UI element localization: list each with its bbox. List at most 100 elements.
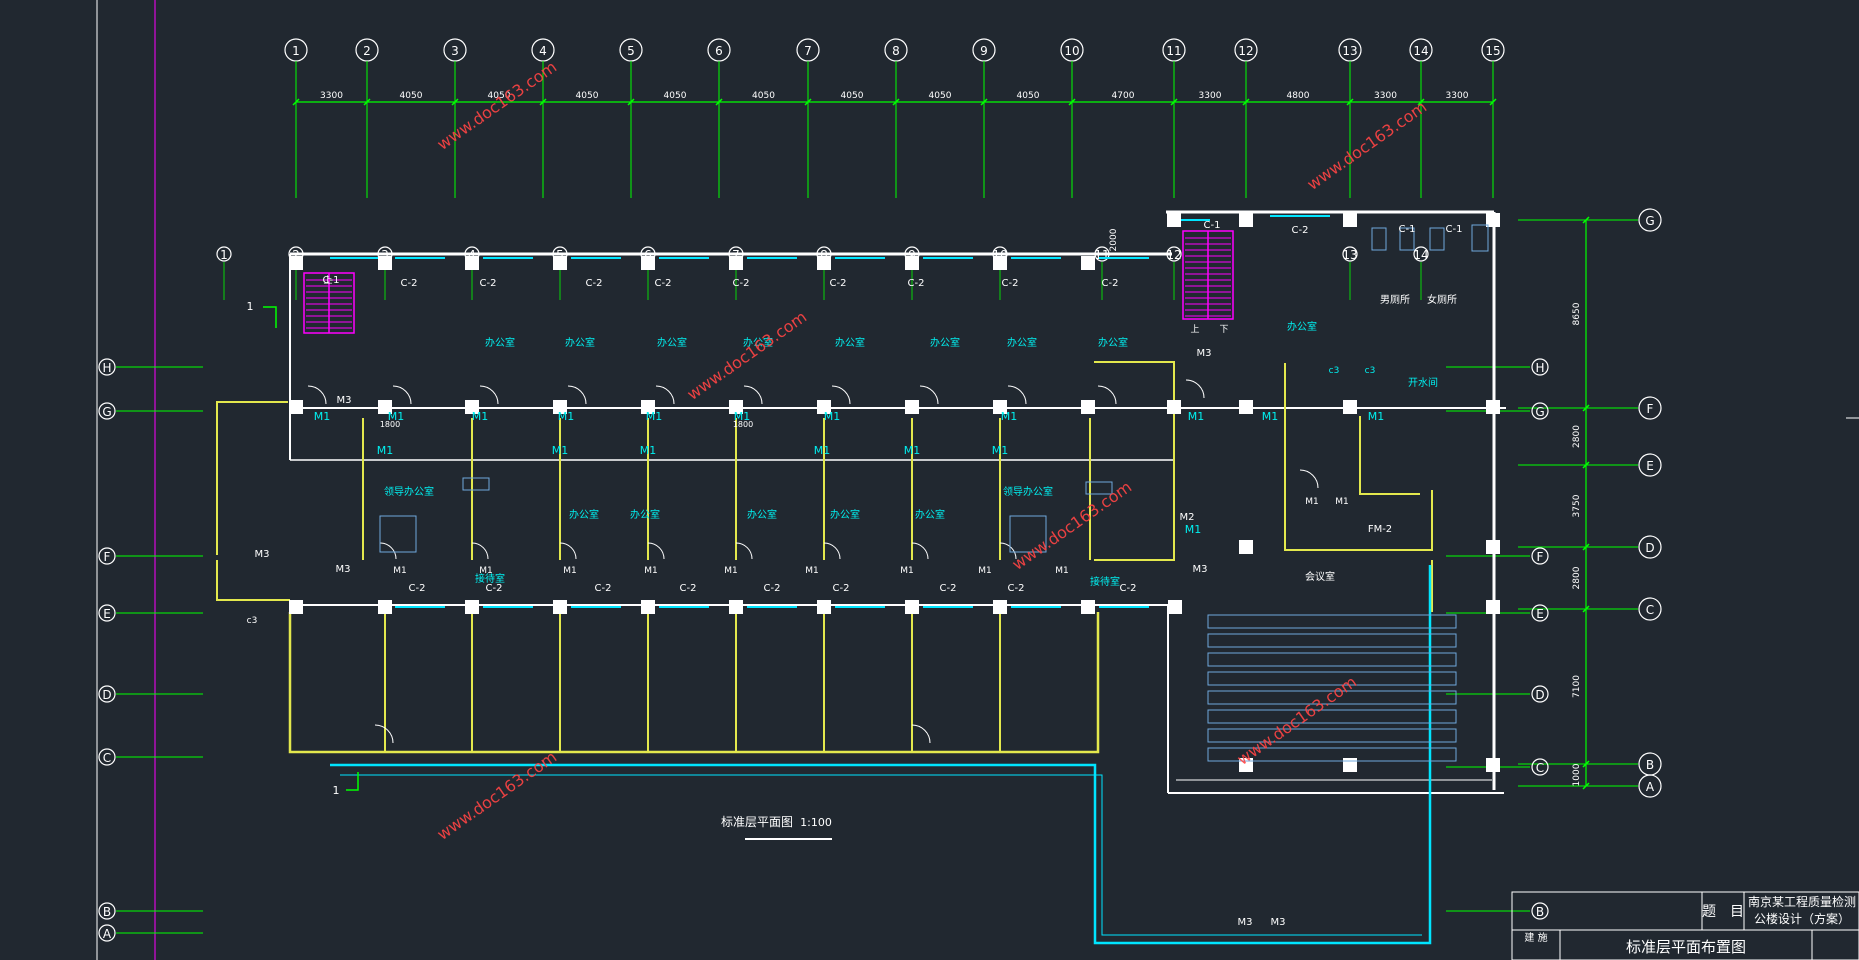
- door-tag-m1-n-4: M1: [646, 410, 663, 423]
- door-tag-m1-mid-0: M1: [377, 444, 394, 457]
- column-north-2: [465, 256, 479, 270]
- north-window-c2-1: C-2: [480, 278, 497, 289]
- column-north-1: [378, 256, 392, 270]
- column-north-0: [289, 256, 303, 270]
- stair-e-up: 上: [1190, 324, 1199, 335]
- left-axis-5-label: C: [103, 751, 111, 765]
- stair-e-down: 下: [1219, 325, 1228, 335]
- top-dim-6: 4050: [752, 91, 775, 101]
- east-small-room: [1359, 416, 1420, 495]
- male-toilet: 男厕所: [1380, 294, 1410, 306]
- top-dim-5: 4050: [664, 91, 687, 101]
- door-tag-m1-s-5: M1: [805, 566, 819, 576]
- door-tag-m1-n-9: M1: [1262, 410, 1279, 423]
- top-axis-3-label: 3: [451, 44, 459, 58]
- door-tag-m1-hall: M1: [1185, 523, 1202, 536]
- column-north-8: [993, 256, 1007, 270]
- watermark-4: www.doc163.com: [433, 747, 560, 844]
- column-mid-0: [289, 400, 303, 414]
- title-sheet-no: 建 施: [1524, 931, 1547, 944]
- door-mid-3: [647, 542, 665, 560]
- column-block-mid-2: [1343, 400, 1357, 414]
- section-mark-bottom: 1: [333, 784, 340, 797]
- left-axis-2-label: F: [104, 550, 111, 564]
- top-axis-4-label: 4: [539, 44, 547, 58]
- hall-seating-row-2: [1207, 652, 1457, 667]
- left-axis-1-label: G: [102, 405, 111, 419]
- north-office-1: 办公室: [565, 336, 595, 349]
- dim-2000: 2000: [1109, 228, 1119, 251]
- column-south-5: [729, 600, 743, 614]
- floor-plan-drawing: 1 2 3 4 5 6 7 8 9 10 11 12 13 14 153300 4050 4050 4050 405…: [96, 0, 1859, 960]
- door-tag-m1-s-6: M1: [900, 566, 914, 576]
- title-field-label: 题 目: [1702, 904, 1744, 920]
- top-axis-2-label: 2: [363, 44, 371, 58]
- hall-seating-row-0: [1207, 614, 1457, 629]
- north-window-c2-0: C-2: [401, 278, 418, 289]
- fixtures-furniture: [379, 224, 1489, 762]
- watermark-1: www.doc163.com: [1303, 97, 1430, 194]
- door-tag-m1-s-4: M1: [724, 566, 738, 576]
- room-reception-e: 接待室: [1090, 575, 1120, 588]
- south-window-c2-3: C-2: [680, 583, 697, 594]
- door-tag-m1-n-10: M1: [1368, 410, 1385, 423]
- door-mid-1: [471, 542, 489, 560]
- window-c3-b: c3: [1365, 366, 1376, 376]
- section-mark-top: 1: [247, 300, 254, 313]
- hall-seating-row-6: [1207, 728, 1457, 743]
- room-leader-office-w: 领导办公室: [384, 485, 434, 498]
- stair-w-up: 上: [323, 275, 332, 286]
- column-block-mid-1: [1239, 400, 1253, 414]
- watermark-0: www.doc163.com: [433, 57, 560, 154]
- door-tag-m1-s-8: M1: [1055, 566, 1069, 576]
- column-block-d-0: [1239, 540, 1253, 554]
- watermark-2: www.doc163.com: [683, 307, 810, 404]
- door-east: [1299, 469, 1319, 489]
- column-block-mid-3: [1486, 400, 1500, 414]
- door-tag-m3-block: M3: [1197, 348, 1212, 359]
- hall-seating-row-1: [1207, 633, 1457, 648]
- left-axis-6-label: B: [103, 905, 111, 919]
- top-dim-13: 3300: [1374, 91, 1397, 101]
- north-window-c2-2: C-2: [586, 278, 603, 289]
- room-leader-office-e: 领导办公室: [1003, 485, 1053, 498]
- top-axis-7-label: 7: [804, 44, 812, 58]
- door-mid-2: [559, 542, 577, 560]
- door-tag-m1-s-0: M1: [393, 566, 407, 576]
- wc-stall-2: [1429, 227, 1445, 251]
- column-block-top-1: [1239, 213, 1253, 227]
- column-north-6: [817, 256, 831, 270]
- door-tag-m1-mid-4: M1: [904, 444, 921, 457]
- right-axis-2-label: E: [1646, 459, 1654, 473]
- top-axis-9-label: 9: [980, 44, 988, 58]
- watermarks: www.doc163.com www.doc163.com www.doc163.c…: [433, 57, 1430, 844]
- inner-axis-6-label: B: [1536, 905, 1544, 919]
- top-dim-11: 3300: [1199, 91, 1222, 101]
- door-mid-4: [735, 542, 753, 560]
- left-axis-4-label: D: [102, 688, 111, 702]
- door-tag-m1-mid-5: M1: [992, 444, 1009, 457]
- left-axis-7-label: A: [103, 927, 112, 941]
- door-north-4: [655, 385, 675, 405]
- left-axis-3-label: E: [103, 607, 111, 621]
- column-mid-9: [1081, 400, 1095, 414]
- column-block-top-0: [1167, 213, 1181, 227]
- furniture-leader-desk: [379, 515, 417, 553]
- mid-office-1: 办公室: [630, 508, 660, 521]
- door-tag-m1-s-7: M1: [978, 566, 992, 576]
- wc-stall-female: [1471, 224, 1489, 252]
- south-window-c2-6: C-2: [940, 583, 957, 594]
- inner-axis-1-label: G: [1535, 405, 1544, 419]
- dim-1800-a: 1800: [380, 420, 400, 429]
- column-south-4: [641, 600, 655, 614]
- top-dim-2: 4050: [400, 91, 423, 101]
- window-c3-west: c3: [247, 616, 258, 626]
- door-tag-m3-hall-b: M3: [1271, 917, 1286, 928]
- female-toilet: 女厕所: [1427, 293, 1457, 306]
- right-dim-3: 2800: [1572, 566, 1582, 589]
- south-window-c2-8: C-2: [1120, 583, 1137, 594]
- structural-columns: [289, 213, 1500, 772]
- column-block-top-2: [1343, 213, 1357, 227]
- inner-axis-4-label: D: [1535, 688, 1544, 702]
- door-tag-m1-n-7: M1: [1001, 410, 1018, 423]
